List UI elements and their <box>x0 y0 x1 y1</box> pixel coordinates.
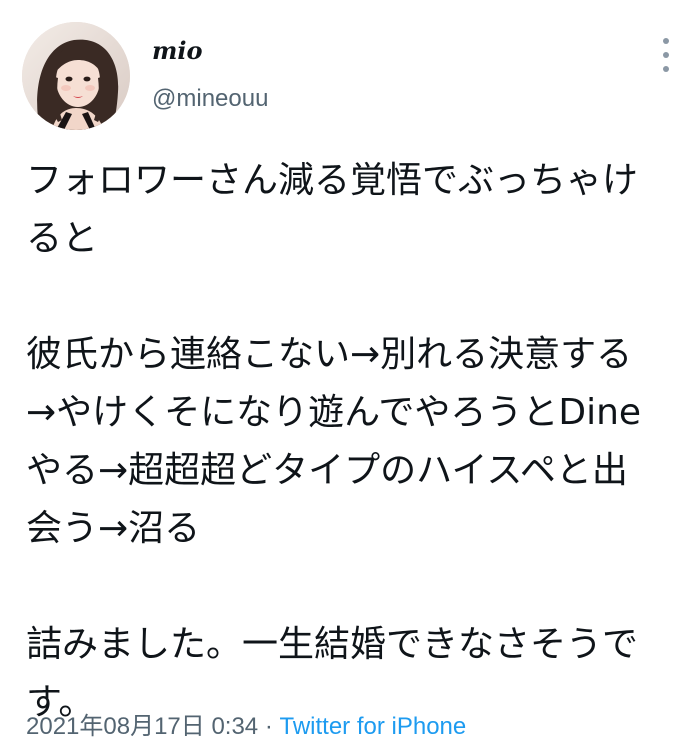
avatar[interactable] <box>22 22 130 130</box>
meta-separator: · <box>258 713 280 740</box>
tweet-text-line: 詰みました。一生結婚できなさそうで <box>26 624 639 665</box>
vertical-ellipsis-icon[interactable] <box>652 38 680 72</box>
tweet-text-line: 彼氏から連絡こない→別れる決意する <box>26 334 633 375</box>
timestamp[interactable]: 2021年08月17日 0:34 <box>26 713 258 740</box>
dot <box>663 52 669 58</box>
tweet-text-line: →やけくそになり遊んでやろうとDine <box>26 392 642 433</box>
tweet[interactable]: mio @mineouu フォロワーさん減る覚悟でぶっちゃけ ると 彼氏から連絡… <box>0 0 700 743</box>
avatar-photo <box>22 22 130 130</box>
tweet-text-line: やる→超超超どタイプのハイスペと出 <box>26 450 628 491</box>
user-handle[interactable]: @mineouu <box>152 84 268 114</box>
dot <box>663 38 669 44</box>
display-name[interactable]: mio <box>152 36 203 66</box>
tweet-meta: 2021年08月17日 0:34 · Twitter for iPhone <box>26 712 466 742</box>
tweet-text-line: 会う→沼る <box>26 508 201 549</box>
tweet-text: フォロワーさん減る覚悟でぶっちゃけ ると 彼氏から連絡こない→別れる決意する →… <box>26 152 686 732</box>
tweet-text-line: ると <box>26 218 99 259</box>
source-link[interactable]: Twitter for iPhone <box>280 713 467 740</box>
dot <box>663 66 669 72</box>
tweet-text-line: フォロワーさん減る覚悟でぶっちゃけ <box>26 160 639 201</box>
